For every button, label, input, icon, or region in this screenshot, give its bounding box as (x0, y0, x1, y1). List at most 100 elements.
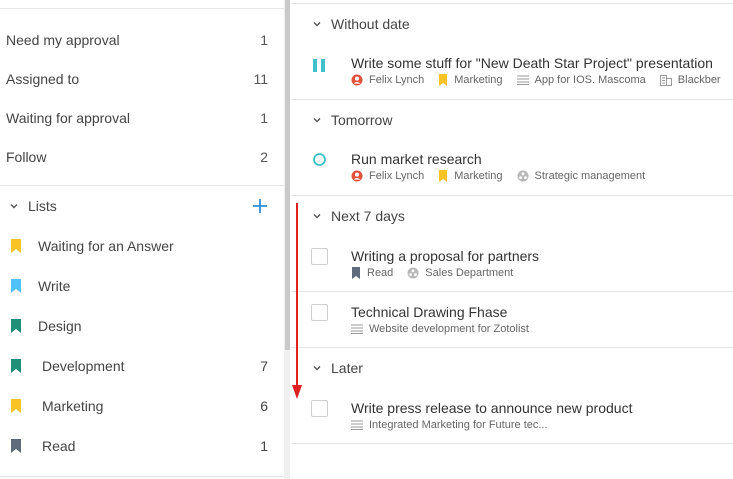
add-list-button[interactable] (251, 197, 269, 215)
department-label: Sales Department (425, 267, 514, 279)
sidebar: Need my approval 1 Assigned to 11 Waitin… (0, 0, 285, 479)
bookmark-icon (11, 239, 21, 253)
task-meta: Felix Lynch Marketing Strategic manageme… (351, 170, 659, 182)
task-checkbox[interactable] (311, 248, 328, 265)
pause-icon[interactable] (311, 57, 328, 74)
task-title[interactable]: Write some stuff for "New Death Star Pro… (351, 55, 713, 71)
task-title[interactable]: Write press release to announce new prod… (351, 400, 632, 416)
circle-status-icon[interactable] (311, 151, 328, 168)
company-label: Blackber (677, 74, 721, 86)
task-list-panel: Without date Write some stuff for "New D… (291, 0, 733, 479)
app-window: Need my approval 1 Assigned to 11 Waitin… (0, 0, 733, 479)
filter-follow[interactable]: Follow 2 (0, 137, 285, 176)
list-count: 1 (260, 438, 268, 454)
task-project: Website development for Zotolist (351, 323, 529, 335)
department-label: Strategic management (534, 170, 646, 182)
list-item-write[interactable]: Write (0, 266, 285, 306)
list-item-design[interactable]: Design (0, 306, 285, 346)
bookmark-icon (11, 319, 21, 333)
list-item-waiting-for-an-answer[interactable]: Waiting for an Answer (0, 226, 285, 266)
group-header-without-date[interactable]: Without date (291, 8, 733, 40)
task-row[interactable]: Technical Drawing Fhase Website developm… (291, 292, 733, 348)
filter-need-my-approval[interactable]: Need my approval 1 (0, 20, 285, 59)
task-row[interactable]: Write press release to announce new prod… (291, 388, 733, 444)
department-icon (407, 267, 419, 279)
filter-label: Follow (6, 148, 47, 165)
task-list-tag: Marketing (438, 170, 503, 182)
group-label: Next 7 days (331, 208, 405, 224)
list-label: Waiting for an Answer (38, 238, 174, 254)
filter-label: Need my approval (6, 31, 120, 48)
task-project: Integrated Marketing for Future tec... (351, 419, 548, 431)
divider (0, 476, 284, 477)
task-title[interactable]: Writing a proposal for partners (351, 248, 539, 264)
task-meta: Read Sales Department (351, 267, 527, 279)
task-title[interactable]: Run market research (351, 151, 482, 167)
task-row[interactable]: Run market research Felix Lynch Marketin… (291, 138, 733, 196)
filter-label: Assigned to (6, 70, 80, 87)
task-project: App for IOS. Mascoma (516, 74, 646, 86)
filter-count: 11 (253, 70, 268, 87)
list-label: Design (38, 318, 82, 334)
group-label: Tomorrow (331, 112, 393, 128)
task-list-tag: Marketing (438, 74, 503, 86)
group-label: Without date (331, 16, 410, 32)
sidebar-scrollbar-thumb[interactable] (285, 0, 290, 350)
group-header-next-7-days[interactable]: Next 7 days (291, 200, 733, 232)
list-tag-label: Marketing (454, 170, 503, 182)
project-label: Integrated Marketing for Future tec... (369, 419, 548, 431)
bookmark-icon (11, 399, 21, 413)
bookmark-icon (439, 170, 448, 182)
task-assignee: Felix Lynch (351, 170, 424, 182)
task-title[interactable]: Technical Drawing Fhase (351, 304, 507, 320)
list-count: 7 (260, 358, 268, 374)
lists-section-header[interactable]: Lists (0, 192, 285, 220)
task-checkbox[interactable] (311, 400, 328, 417)
list-item-development[interactable]: Development 7 (0, 346, 285, 386)
project-label: Website development for Zotolist (369, 323, 529, 335)
chevron-down-icon (10, 204, 18, 209)
divider (0, 8, 284, 9)
task-checkbox[interactable] (311, 304, 328, 321)
bookmark-icon (11, 439, 21, 453)
list-item-marketing[interactable]: Marketing 6 (0, 386, 285, 426)
divider (291, 3, 733, 4)
task-company: Blackber (659, 74, 721, 86)
user-icon (351, 74, 363, 86)
task-meta: Integrated Marketing for Future tec... (351, 419, 562, 431)
assignee-name: Felix Lynch (369, 74, 425, 86)
chevron-down-icon (313, 366, 321, 371)
filter-assigned-to[interactable]: Assigned to 11 (0, 59, 285, 98)
filter-waiting-for-approval[interactable]: Waiting for approval 1 (0, 98, 285, 137)
task-meta: Felix Lynch Marketing App for IOS. Masco… (351, 74, 733, 86)
chevron-down-icon (313, 214, 321, 219)
bookmark-icon (352, 267, 360, 279)
chevron-down-icon (313, 118, 321, 123)
bookmark-icon (439, 74, 448, 86)
list-label: Write (38, 278, 71, 294)
chevron-down-icon (313, 22, 321, 27)
group-header-later[interactable]: Later (291, 352, 733, 384)
lists-header-label: Lists (28, 198, 57, 214)
department-icon (517, 170, 529, 182)
group-header-tomorrow[interactable]: Tomorrow (291, 104, 733, 136)
filter-count: 1 (260, 31, 268, 48)
building-icon (659, 74, 672, 86)
list-count: 6 (260, 398, 268, 414)
task-row[interactable]: Write some stuff for "New Death Star Pro… (291, 42, 733, 100)
list-label: Marketing (42, 398, 104, 414)
project-lines-icon (516, 75, 529, 85)
task-row[interactable]: Writing a proposal for partners Read Sal… (291, 236, 733, 292)
divider (0, 185, 284, 186)
filter-count: 2 (260, 148, 268, 165)
bookmark-icon (11, 359, 21, 373)
list-label: Development (42, 358, 125, 374)
bookmark-icon (11, 279, 21, 293)
user-icon (351, 170, 363, 182)
list-item-read[interactable]: Read 1 (0, 426, 285, 466)
task-assignee: Felix Lynch (351, 74, 424, 86)
list-tag-label: Read (367, 267, 394, 279)
project-lines-icon (351, 324, 363, 334)
task-department: Sales Department (407, 267, 513, 279)
list-tag-label: Marketing (454, 74, 503, 86)
